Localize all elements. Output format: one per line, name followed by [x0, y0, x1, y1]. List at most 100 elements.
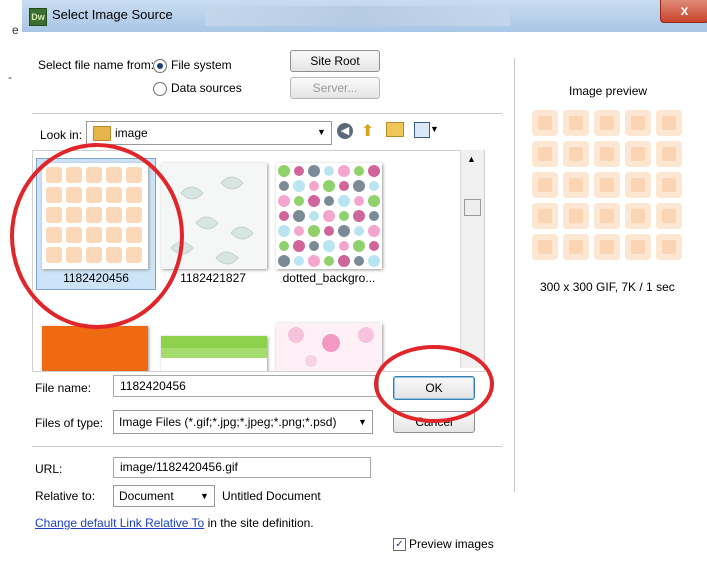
preview-tile	[563, 110, 589, 136]
chevron-down-icon: ▼	[200, 491, 209, 501]
divider	[32, 113, 502, 114]
chevron-down-icon[interactable]: ▼	[430, 124, 439, 134]
preview-tile	[532, 141, 558, 167]
radio-file-system-label[interactable]: File system	[171, 58, 232, 72]
dot	[324, 166, 334, 176]
dot	[353, 210, 365, 222]
file-thumbnail	[161, 336, 267, 371]
background-text-fragment: -	[8, 70, 12, 84]
dot	[309, 211, 319, 221]
preview-tile	[563, 203, 589, 229]
preview-tile	[594, 203, 620, 229]
relative-to-dropdown[interactable]: Document ▼	[113, 485, 215, 507]
view-menu-icon[interactable]	[414, 122, 430, 138]
dot	[323, 240, 335, 252]
window-title: Select Image Source	[52, 7, 173, 22]
look-in-value: image	[115, 126, 148, 140]
file-name-input[interactable]: 1182420456	[113, 375, 379, 397]
look-in-label: Look in:	[40, 128, 83, 142]
preview-tile	[656, 234, 682, 260]
back-icon[interactable]: ◀	[337, 123, 353, 139]
dot	[293, 240, 305, 252]
preview-tile	[594, 110, 620, 136]
dot	[294, 166, 304, 176]
preview-tile	[656, 110, 682, 136]
dot	[368, 195, 380, 207]
new-folder-icon[interactable]	[386, 122, 404, 137]
url-input[interactable]: image/1182420456.gif	[113, 457, 371, 478]
dot	[278, 225, 290, 237]
dot	[339, 211, 349, 221]
image-preview-info: 300 x 300 GIF, 7K / 1 sec	[540, 280, 675, 294]
divider	[32, 446, 502, 447]
close-icon: x	[680, 2, 689, 18]
server-button[interactable]: Server...	[290, 77, 380, 99]
preview-tile	[656, 172, 682, 198]
file-thumbnail	[42, 326, 148, 371]
file-thumbnail	[276, 323, 382, 371]
dot	[309, 181, 319, 191]
close-button[interactable]: x	[660, 0, 707, 23]
dot	[279, 181, 289, 191]
file-list-scrollbar[interactable]	[460, 150, 484, 368]
dot	[279, 241, 289, 251]
preview-tile	[563, 172, 589, 198]
flower-pattern-image	[288, 327, 374, 367]
preview-tile	[625, 203, 651, 229]
look-in-dropdown[interactable]: image ▼	[86, 121, 332, 145]
dot	[294, 256, 304, 266]
dot	[338, 225, 350, 237]
dot	[369, 181, 379, 191]
preview-tile	[532, 234, 558, 260]
dot	[369, 211, 379, 221]
radio-file-system[interactable]	[153, 59, 167, 73]
preview-tile	[532, 203, 558, 229]
preview-tile	[594, 141, 620, 167]
dot	[353, 180, 365, 192]
preview-tile	[563, 234, 589, 260]
preview-tile	[532, 110, 558, 136]
pane-divider	[514, 58, 515, 492]
preview-tile	[625, 172, 651, 198]
dot	[279, 211, 289, 221]
dot	[323, 180, 335, 192]
site-root-button[interactable]: Site Root	[290, 50, 380, 72]
chevron-down-icon: ▼	[358, 417, 367, 427]
files-of-type-dropdown[interactable]: Image Files (*.gif;*.jpg;*.jpeg;*.png;*.…	[113, 410, 373, 434]
dot	[308, 225, 320, 237]
dot	[353, 240, 365, 252]
files-of-type-value: Image Files (*.gif;*.jpg;*.jpeg;*.png;*.…	[119, 415, 337, 429]
red-annotation-circle	[10, 143, 184, 329]
preview-images-label[interactable]: Preview images	[409, 537, 494, 551]
dot	[278, 165, 290, 177]
radio-data-sources-label[interactable]: Data sources	[171, 81, 242, 95]
preview-tile	[625, 110, 651, 136]
scroll-thumb[interactable]	[464, 199, 481, 216]
preview-tile	[594, 234, 620, 260]
preview-tile	[656, 203, 682, 229]
link-note-suffix: in the site definition.	[204, 516, 314, 530]
dot	[338, 255, 350, 267]
scroll-up-icon[interactable]: ▲	[467, 154, 476, 164]
dot	[324, 226, 334, 236]
relative-to-value: Document	[119, 489, 174, 503]
preview-images-checkbox[interactable]: ✓	[393, 538, 406, 551]
green-stripe	[161, 336, 267, 348]
dreamweaver-logo-icon: Dw	[29, 8, 47, 26]
folder-icon	[93, 126, 111, 141]
select-from-label: Select file name from:	[38, 58, 155, 72]
dot	[323, 210, 335, 222]
preview-tile	[563, 141, 589, 167]
dot	[354, 166, 364, 176]
dot	[354, 226, 364, 236]
dot	[324, 256, 334, 266]
link-note: Change default Link Relative To in the s…	[35, 516, 314, 530]
file-name-label: dotted_backgro...	[282, 271, 376, 285]
radio-data-sources[interactable]	[153, 82, 167, 96]
dot	[308, 195, 320, 207]
change-default-link[interactable]: Change default Link Relative To	[35, 516, 204, 530]
dot	[293, 180, 305, 192]
up-folder-icon[interactable]: ⬆	[361, 121, 374, 141]
preview-tile	[625, 141, 651, 167]
dot	[293, 210, 305, 222]
